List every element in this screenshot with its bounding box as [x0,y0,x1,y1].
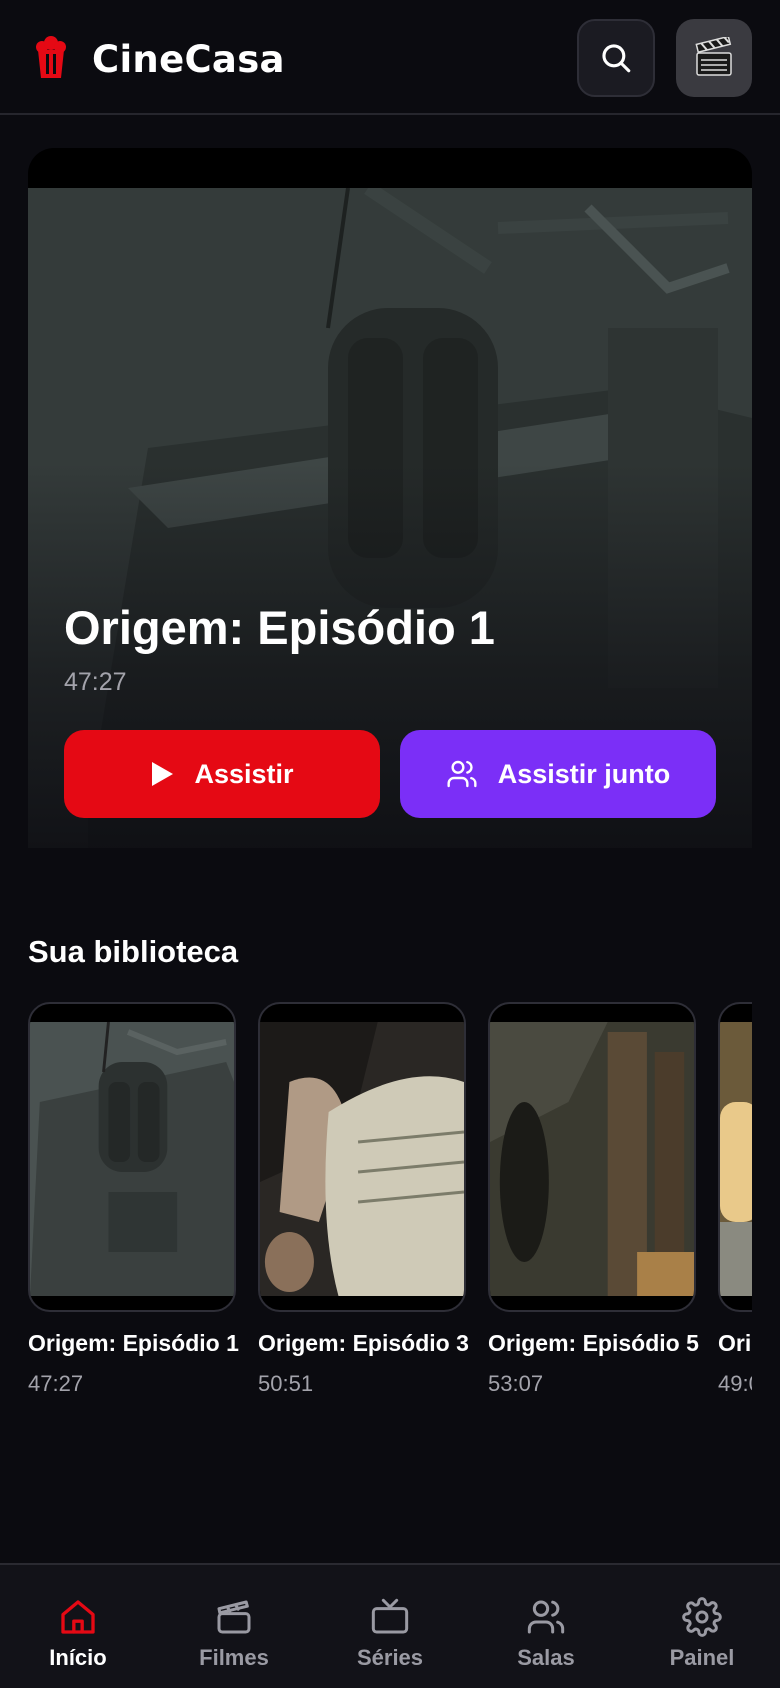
users-icon [447,760,477,788]
nav-item-series[interactable]: Séries [312,1565,468,1688]
top-header: CineCasa [0,0,780,115]
nav-item-salas[interactable]: Salas [468,1565,624,1688]
card-thumbnail[interactable] [718,1002,752,1312]
tv-icon [371,1598,409,1634]
watch-together-button[interactable]: Assistir junto [400,730,716,818]
hero-title: Origem: Episódio 1 [64,601,495,654]
episode-thumbnail [30,1022,234,1296]
library-title: Sua biblioteca [28,934,239,969]
watch-together-label: Assistir junto [497,758,671,789]
watch-button-label: Assistir [194,758,294,789]
clapperboard-icon [695,37,732,76]
card-title: Origem: Episódio 3 [258,1330,469,1356]
card-thumbnail[interactable] [28,1002,236,1312]
card-title: Origem: Episódio 5 [488,1330,699,1356]
search-button[interactable] [577,19,655,97]
users-icon [527,1600,565,1634]
watch-button[interactable]: Assistir [64,730,380,818]
library-card[interactable]: Origem: Episódio 3 50:51 [258,1002,469,1397]
card-duration: 47:27 [28,1371,84,1396]
library-card[interactable]: Origem: Episódio 1 47:27 [28,1002,239,1397]
library-carousel[interactable]: Origem: Episódio 1 47:27 Origem: Episódi… [28,1002,752,1402]
episode-thumbnail [490,1022,694,1296]
nav-label: Salas [517,1645,575,1670]
episode-thumbnail [720,1022,752,1296]
nav-label: Início [49,1645,107,1670]
card-duration: 49:0 [718,1371,752,1396]
home-icon [61,1600,95,1634]
clapperboard-button[interactable] [676,19,752,97]
library-card[interactable]: Origem: Episódio 5 53:07 [488,1002,699,1397]
search-icon [602,44,631,73]
clapperboard-icon [217,1600,251,1634]
nav-item-filmes[interactable]: Filmes [156,1565,312,1688]
card-duration: 53:07 [488,1371,544,1396]
hero-banner: Origem: Episódio 1 47:27 Assistir Assist… [28,148,752,848]
play-icon [152,762,174,786]
nav-label: Painel [669,1645,735,1670]
hero-duration: 47:27 [64,668,127,696]
nav-label: Séries [356,1645,424,1670]
app-title: CineCasa [92,38,285,81]
card-duration: 50:51 [258,1371,314,1396]
card-thumbnail[interactable] [258,1002,466,1312]
popcorn-icon [36,36,66,78]
card-title: Origem: Episódio 1 [28,1330,239,1356]
card-title: Origem: Episódio 7 [718,1330,752,1356]
library-card[interactable]: Origem: Episódio 7 49:0 [718,1002,752,1397]
gear-icon [682,1597,722,1637]
nav-item-painel[interactable]: Painel [624,1565,780,1688]
bottom-navigation: Início Filmes Séries Salas Painel [0,1563,780,1688]
episode-thumbnail [260,1022,464,1296]
card-thumbnail[interactable] [488,1002,696,1312]
nav-item-inicio[interactable]: Início [0,1565,156,1688]
nav-label: Filmes [199,1645,269,1670]
